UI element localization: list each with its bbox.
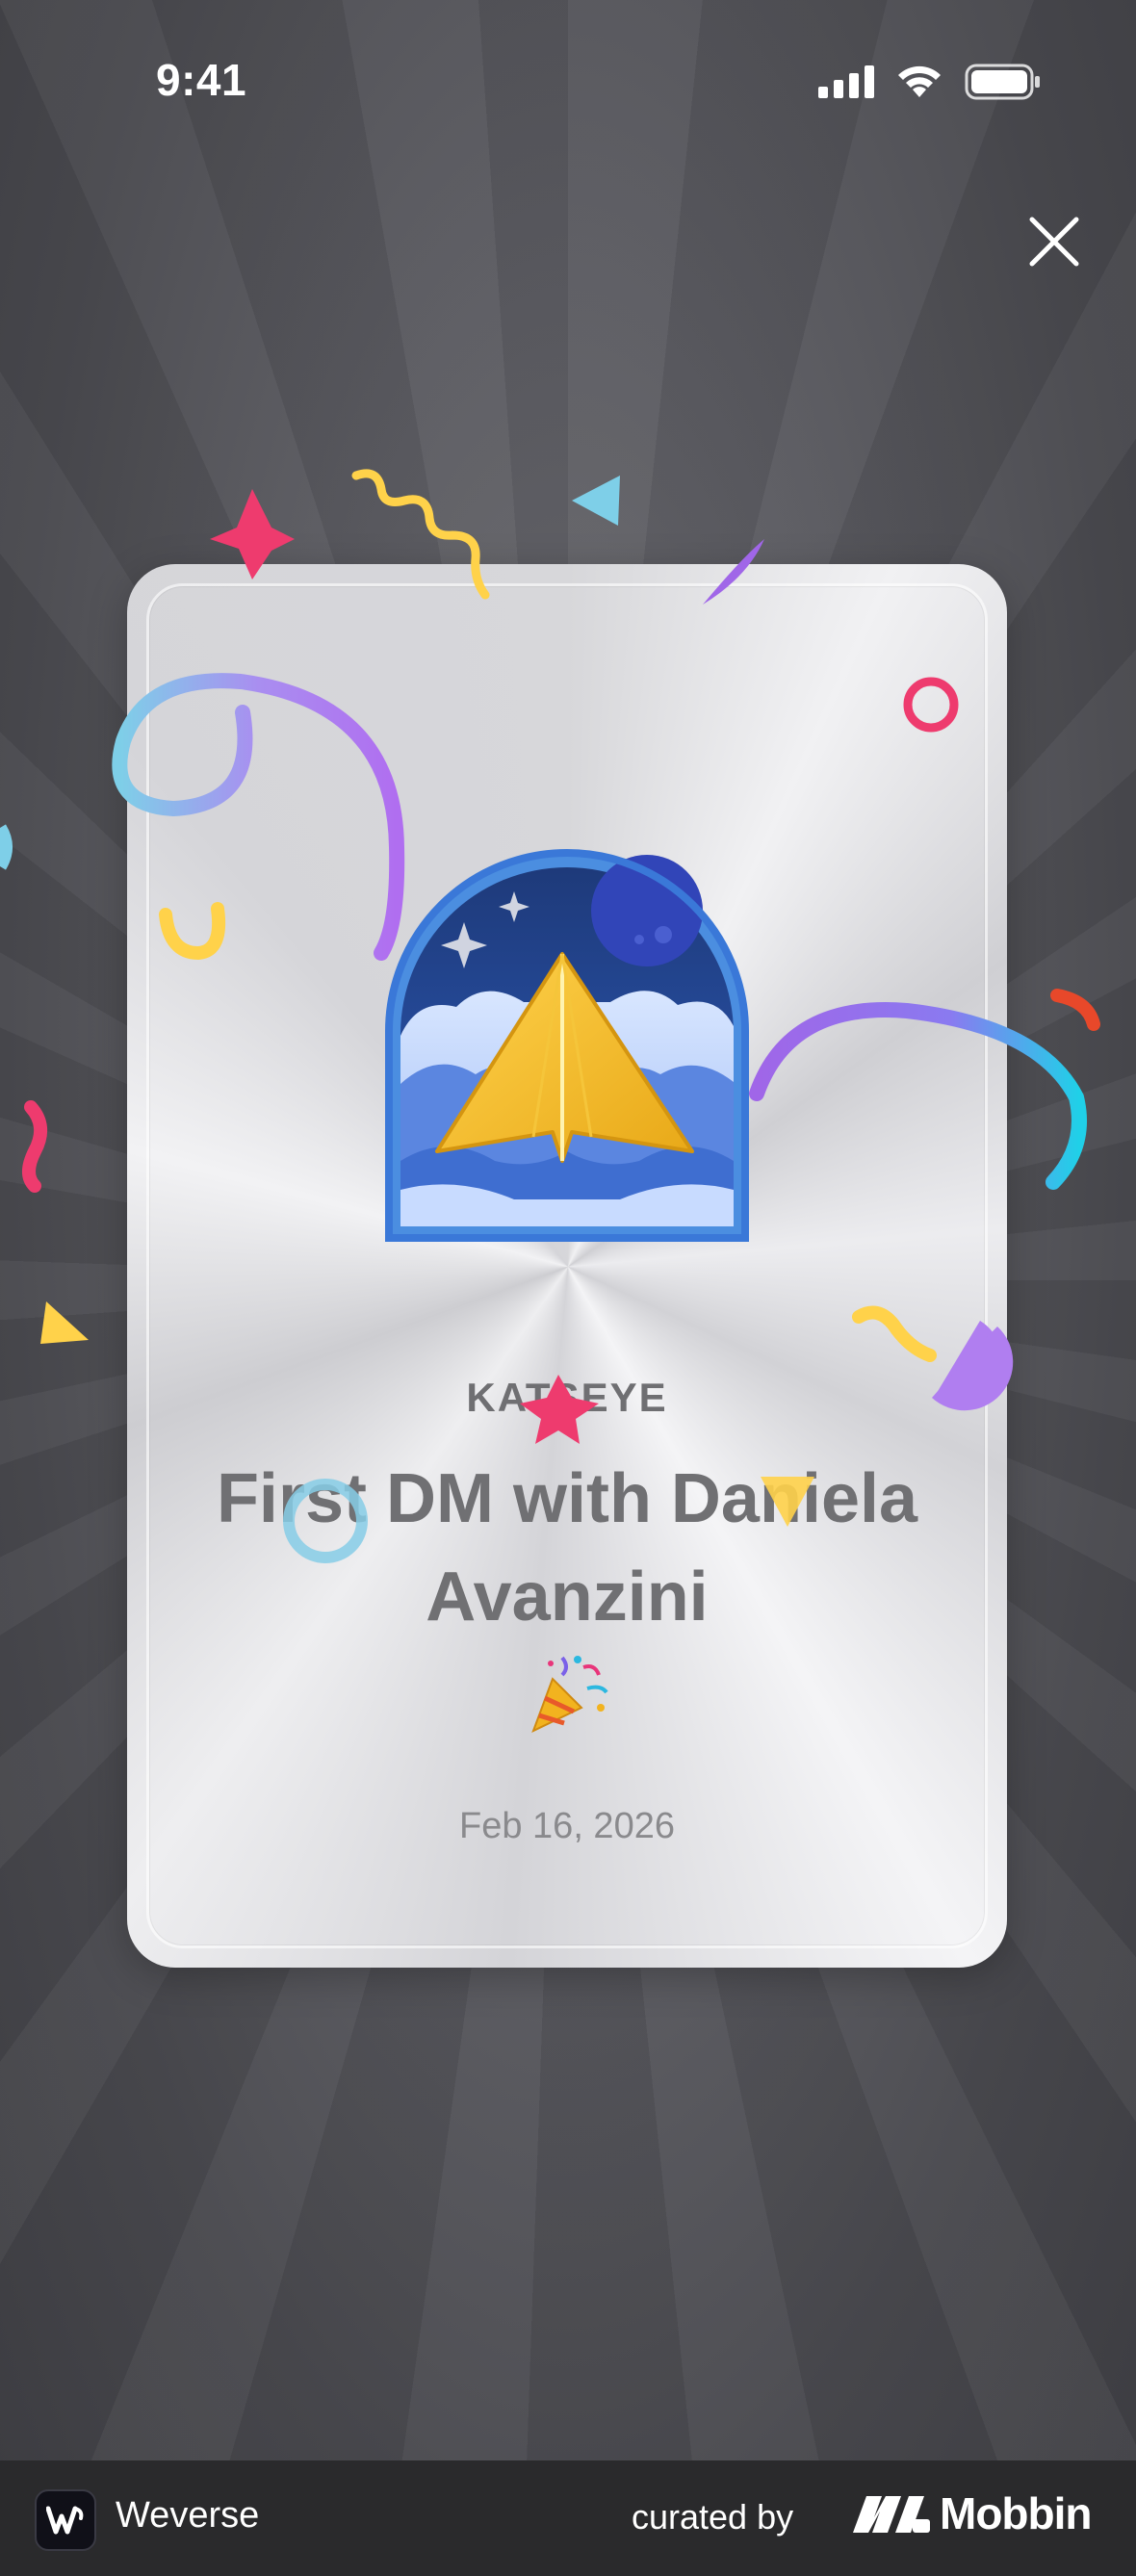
achievement-date: Feb 16, 2026 <box>459 1806 675 1846</box>
weverse-logo[interactable] <box>35 2489 96 2551</box>
weverse-logo-icon <box>46 2506 84 2535</box>
app-name: Weverse <box>116 2495 260 2536</box>
curated-by-label: curated by <box>632 2497 794 2537</box>
party-popper-icon <box>531 1656 608 1733</box>
signal-icon <box>818 65 874 98</box>
status-icons <box>818 64 1042 100</box>
mobbin-name: Mobbin <box>940 2488 1092 2538</box>
mobbin-brand[interactable]: Mobbin <box>853 2487 1092 2539</box>
artist-name: KATSEYE <box>466 1375 668 1420</box>
card-title: First DM with Daniela Avanzini <box>216 1460 918 1636</box>
card-inner-border <box>146 583 988 1948</box>
status-time: 9:41 <box>156 55 247 105</box>
footer-bar: Weverse curated by Mobbin <box>0 2460 1136 2576</box>
paper-plane-badge-icon <box>385 849 749 1242</box>
mobbin-logo-icon <box>853 2496 930 2533</box>
battery-icon <box>965 64 1040 100</box>
close-button[interactable] <box>1026 214 1082 270</box>
status-bar: 9:41 <box>0 0 1136 164</box>
wifi-icon <box>898 65 941 97</box>
close-icon <box>1029 217 1079 267</box>
achievement-card: KATSEYE First DM with Daniela Avanzini F… <box>127 564 1007 1968</box>
